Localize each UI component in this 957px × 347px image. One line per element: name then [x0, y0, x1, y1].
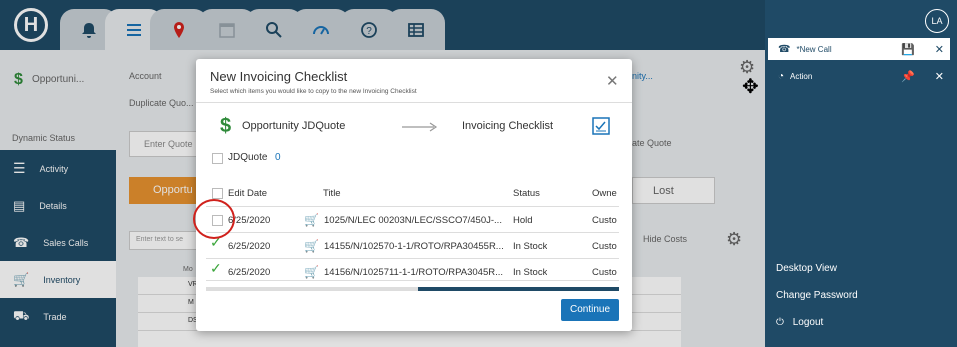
save-icon[interactable]: 💾	[901, 43, 915, 56]
row-status: Hold	[513, 215, 533, 226]
pin-icon[interactable]: 📌	[901, 70, 915, 83]
modal-title: New Invoicing Checklist	[210, 69, 348, 84]
close-icon[interactable]: ✕	[935, 70, 944, 83]
arrow-right-icon	[402, 122, 438, 132]
annotation-circle	[193, 199, 235, 239]
select-all-checkbox[interactable]	[212, 188, 223, 199]
divider	[206, 206, 619, 207]
checklist-icon	[592, 117, 610, 135]
target-label: Invoicing Checklist	[462, 120, 554, 132]
close-icon[interactable]: ✕	[606, 72, 619, 90]
avatar[interactable]: LA	[925, 9, 949, 33]
table-row[interactable]: 6/25/2020 🛒 1025/N/LEC 00203N/LEC/SSCO7/…	[206, 208, 619, 233]
row-checkbox-checked[interactable]: ✓	[210, 260, 222, 277]
scrollbar-thumb[interactable]	[418, 287, 619, 291]
table-row[interactable]: ✓ 6/25/2020 🛒 14156/N/1025711-1-1/ROTO/R…	[206, 260, 619, 281]
row-owner: Custo	[592, 215, 617, 226]
row-title: 1025/N/LEC 00203N/LEC/SSCO7/450J-...	[324, 215, 502, 226]
row-date: 6/25/2020	[228, 241, 271, 252]
column-header-edit-date[interactable]: Edit Date	[228, 188, 267, 199]
close-icon[interactable]: ✕	[935, 43, 944, 56]
row-owner: Custo	[592, 267, 617, 278]
row-title: 14155/N/102570-1-1/ROTO/RPA30455R...	[324, 241, 504, 252]
dollar-icon: $	[220, 115, 232, 137]
desktop-view-link[interactable]: Desktop View	[776, 263, 837, 274]
logout-link[interactable]: ⏻ Logout	[776, 317, 823, 328]
table-row[interactable]: ✓ 6/25/2020 🛒 14155/N/102570-1-1/ROTO/RP…	[206, 234, 619, 259]
source-label: Opportunity JDQuote	[242, 120, 346, 132]
group-label: JDQuote	[228, 152, 268, 163]
row-status: In Stock	[513, 267, 548, 278]
new-invoicing-checklist-dialog: New Invoicing Checklist Select which ite…	[196, 59, 632, 331]
jdquote-group-checkbox[interactable]	[212, 153, 223, 164]
row-date: 6/25/2020	[228, 267, 271, 278]
dashboard-icon: ◔	[778, 70, 785, 82]
phone-icon: ☎	[778, 43, 791, 55]
row-title: 14156/N/1025711-1-1/ROTO/RPA3045R...	[324, 267, 504, 278]
divider	[196, 102, 632, 103]
cart-icon: 🛒	[304, 239, 319, 253]
action-item[interactable]: ◔ Action 📌 ✕	[768, 65, 950, 87]
cart-icon: 🛒	[304, 265, 319, 279]
column-header-owner[interactable]: Owne	[592, 188, 617, 199]
new-call-item[interactable]: ☎ *New Call 💾 ✕	[768, 38, 950, 60]
column-header-status[interactable]: Status	[513, 188, 540, 199]
group-count: 0	[275, 152, 281, 163]
horizontal-scrollbar[interactable]	[206, 287, 619, 291]
row-owner: Custo	[592, 241, 617, 252]
change-password-link[interactable]: Change Password	[776, 290, 858, 301]
continue-button[interactable]: Continue	[561, 299, 619, 321]
power-icon: ⏻	[776, 317, 784, 328]
row-status: In Stock	[513, 241, 548, 252]
modal-subtitle: Select which items you would like to cop…	[210, 88, 417, 95]
column-header-title[interactable]: Title	[323, 188, 341, 199]
cart-icon: 🛒	[304, 213, 319, 227]
